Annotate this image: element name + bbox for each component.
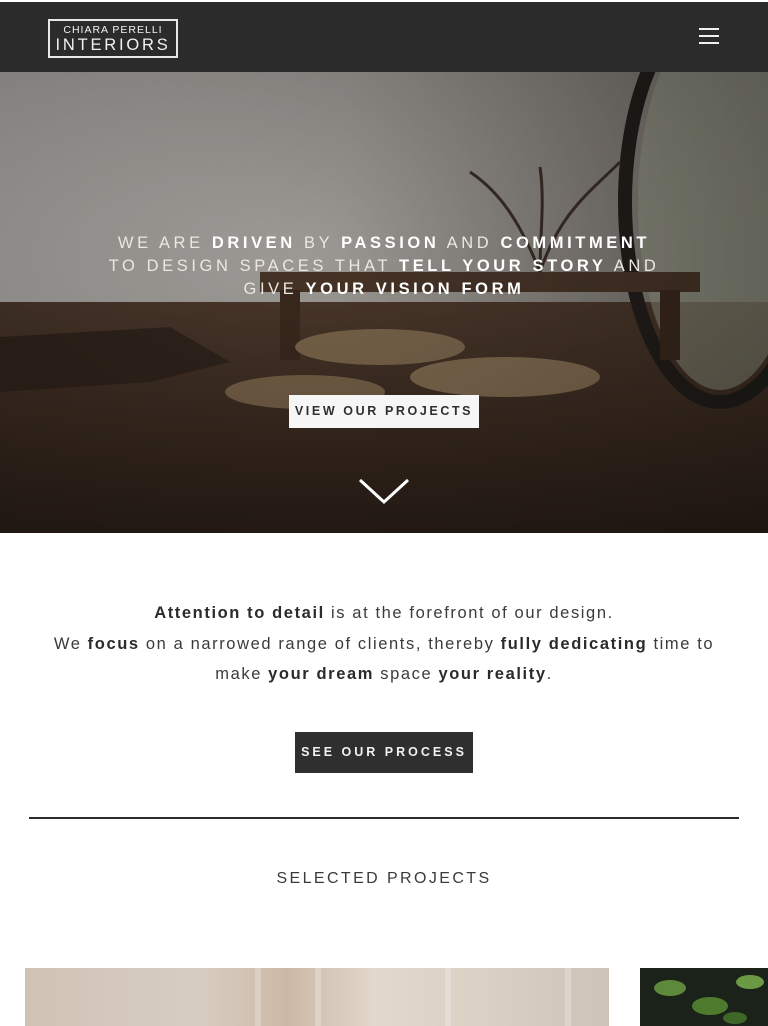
- chevron-down-icon[interactable]: [358, 476, 410, 506]
- section-divider: [29, 817, 739, 819]
- selected-projects-title: SELECTED PROJECTS: [276, 870, 492, 887]
- plant-leaves-image: [654, 975, 764, 1024]
- view-projects-button[interactable]: VIEW OUR PROJECTS: [289, 395, 479, 428]
- intro-text: Attention to detail is at the forefront …: [53, 604, 715, 683]
- site-header: CHIARA PERELLI INTERIORS: [0, 0, 768, 72]
- logo[interactable]: CHIARA PERELLI INTERIORS: [48, 19, 178, 58]
- hamburger-menu-icon[interactable]: [698, 26, 722, 46]
- hero-section: WE ARE DRIVEN BY PASSION AND COMMITMENT …: [0, 72, 768, 533]
- logo-line-interiors: INTERIORS: [55, 36, 171, 54]
- project-thumbnail-1[interactable]: [25, 968, 609, 1026]
- see-process-button[interactable]: SEE OUR PROCESS: [295, 732, 473, 773]
- hero-tagline: WE ARE DRIVEN BY PASSION AND COMMITMENT …: [108, 234, 660, 298]
- logo-line-name: CHIARA PERELLI: [63, 24, 163, 36]
- hero-background-image: [0, 72, 768, 533]
- project-thumbnail-2[interactable]: [640, 968, 768, 1026]
